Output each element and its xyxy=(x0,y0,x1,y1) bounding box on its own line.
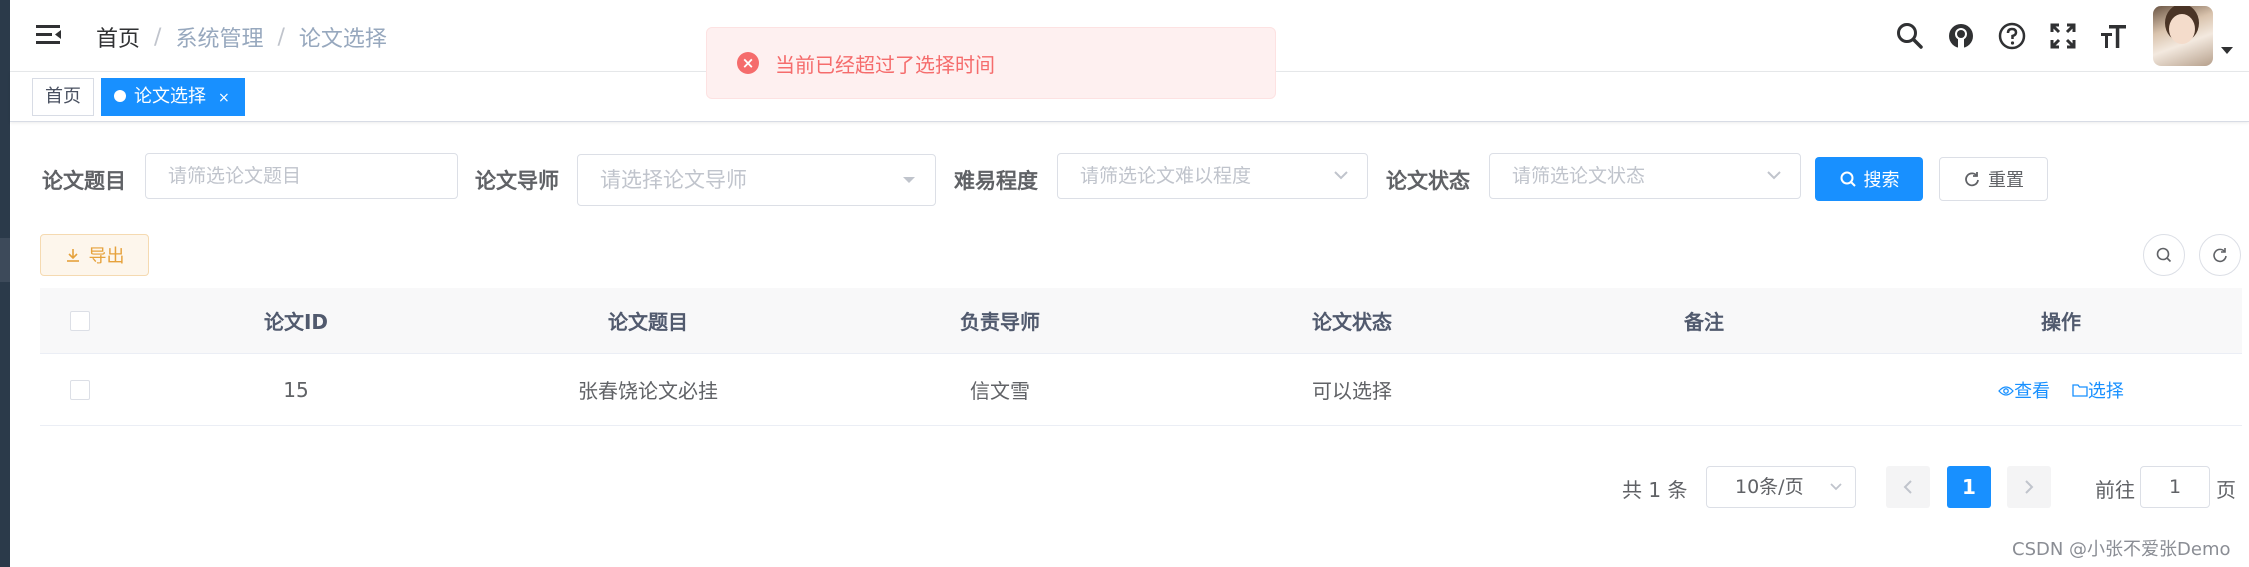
tag-active[interactable]: 论文选择 × xyxy=(101,78,245,116)
toast-message: 当前已经超过了选择时间 xyxy=(775,52,995,77)
status-label: 论文状态 xyxy=(1386,169,1470,193)
reset-button[interactable]: 重置 xyxy=(1939,157,2048,201)
difficulty-select[interactable]: 请筛选论文难以程度 xyxy=(1057,153,1368,199)
chevron-right-icon xyxy=(2025,480,2034,494)
header-advisor: 负责导师 xyxy=(960,310,1040,334)
difficulty-placeholder: 请筛选论文难以程度 xyxy=(1080,165,1252,187)
error-icon: × xyxy=(737,52,759,74)
title-input[interactable]: 请筛选论文题目 xyxy=(145,153,458,199)
header-title: 论文题目 xyxy=(608,310,688,334)
caret-down-icon[interactable] xyxy=(2221,46,2233,54)
advisor-select[interactable]: 请选择论文导师 xyxy=(577,154,936,206)
page-number[interactable]: 1 xyxy=(1947,466,1991,508)
row-checkbox[interactable] xyxy=(70,379,90,400)
export-button-label: 导出 xyxy=(88,246,125,267)
table-header: 论文ID 论文题目 负责导师 论文状态 备注 操作 xyxy=(40,288,2242,354)
chevron-down-icon xyxy=(1333,154,1349,214)
search-form: 论文题目 请筛选论文题目 论文导师 请选择论文导师 难易程度 请筛选论文难以程度… xyxy=(42,153,2242,206)
title-label: 论文题目 xyxy=(42,169,126,193)
page-label: 页 xyxy=(2216,478,2236,502)
sidebar-edge xyxy=(0,0,10,567)
github-icon[interactable] xyxy=(1944,19,1978,53)
select-link-label: 选择 xyxy=(2087,380,2124,402)
goto-label: 前往 xyxy=(2095,478,2135,502)
chevron-left-icon xyxy=(1903,480,1912,494)
cell-actions: 查看 选择 xyxy=(1880,377,2242,403)
table-row: 15 张春饶论文必挂 信文雪 可以选择 查看 选择 xyxy=(40,354,2242,426)
eye-icon xyxy=(1998,385,2014,396)
reset-button-label: 重置 xyxy=(1988,170,2024,191)
caret-down-icon xyxy=(901,155,917,223)
search-button-label: 搜索 xyxy=(1863,170,1900,191)
status-select[interactable]: 请筛选论文状态 xyxy=(1489,153,1801,199)
select-all-checkbox[interactable] xyxy=(70,310,90,331)
status-placeholder: 请筛选论文状态 xyxy=(1512,165,1646,187)
fullscreen-icon[interactable] xyxy=(2046,19,2080,53)
download-icon xyxy=(66,249,79,262)
advisor-placeholder: 请选择论文导师 xyxy=(600,168,747,192)
close-icon[interactable]: × xyxy=(218,90,230,106)
page-size-select[interactable]: 10条/页 xyxy=(1706,466,1856,508)
tag-home[interactable]: 首页 xyxy=(32,78,94,116)
refresh-icon xyxy=(1965,172,1979,187)
row-select xyxy=(40,379,120,400)
cell-id: 15 xyxy=(283,377,309,402)
cell-status: 可以选择 xyxy=(1312,379,1392,403)
breadcrumb-home[interactable]: 首页 xyxy=(96,21,140,53)
hamburger-icon[interactable] xyxy=(34,20,64,50)
right-menu xyxy=(1876,0,2233,72)
cell-advisor: 信文雪 xyxy=(970,379,1030,403)
page-size-value: 10条/页 xyxy=(1735,476,1804,498)
chevron-down-icon xyxy=(1830,483,1842,491)
tag-active-label: 论文选择 xyxy=(134,86,206,107)
pagination-total: 共 1 条 xyxy=(1622,478,1688,502)
difficulty-label: 难易程度 xyxy=(954,169,1038,193)
header-select-all xyxy=(40,310,120,331)
header-id: 论文ID xyxy=(263,310,329,334)
next-page-button[interactable] xyxy=(2007,466,2051,508)
search-icon xyxy=(1840,171,1856,187)
cell-title: 张春饶论文必挂 xyxy=(578,379,718,403)
watermark: CSDN @小张不爱张Demo xyxy=(2012,539,2231,560)
view-link-label: 查看 xyxy=(2014,380,2051,402)
breadcrumb-current: 论文选择 xyxy=(298,27,387,52)
select-link[interactable]: 选择 xyxy=(2072,381,2124,402)
toggle-search-button[interactable] xyxy=(2143,234,2185,276)
search-icon xyxy=(2156,247,2172,263)
refresh-icon xyxy=(2213,248,2227,263)
active-dot-icon xyxy=(114,90,126,102)
text-size-icon[interactable] xyxy=(2097,19,2131,53)
export-button[interactable]: 导出 xyxy=(40,234,149,276)
search-icon[interactable] xyxy=(1893,19,1927,53)
folder-icon xyxy=(2072,383,2088,397)
goto-input[interactable]: 1 xyxy=(2140,466,2210,508)
question-icon[interactable] xyxy=(1995,19,2029,53)
advisor-label: 论文导师 xyxy=(475,169,559,193)
chevron-down-icon xyxy=(1766,154,1782,214)
avatar[interactable] xyxy=(2153,6,2213,66)
header-note: 备注 xyxy=(1684,310,1724,334)
breadcrumb: 首页 / 系统管理 / 论文选择 xyxy=(96,21,387,53)
prev-page-button[interactable] xyxy=(1886,466,1930,508)
header-actions: 操作 xyxy=(2041,310,2081,334)
error-toast: × 当前已经超过了选择时间 xyxy=(706,27,1276,99)
view-link[interactable]: 查看 xyxy=(1998,381,2056,402)
header-status: 论文状态 xyxy=(1312,310,1392,334)
breadcrumb-separator: / xyxy=(154,24,162,50)
search-button[interactable]: 搜索 xyxy=(1815,157,1923,201)
refresh-button[interactable] xyxy=(2199,234,2241,276)
breadcrumb-system: 系统管理 xyxy=(175,27,264,52)
breadcrumb-separator: / xyxy=(277,24,285,50)
thesis-table: 论文ID 论文题目 负责导师 论文状态 备注 操作 15 张春饶论文必挂 信文雪… xyxy=(40,288,2242,426)
